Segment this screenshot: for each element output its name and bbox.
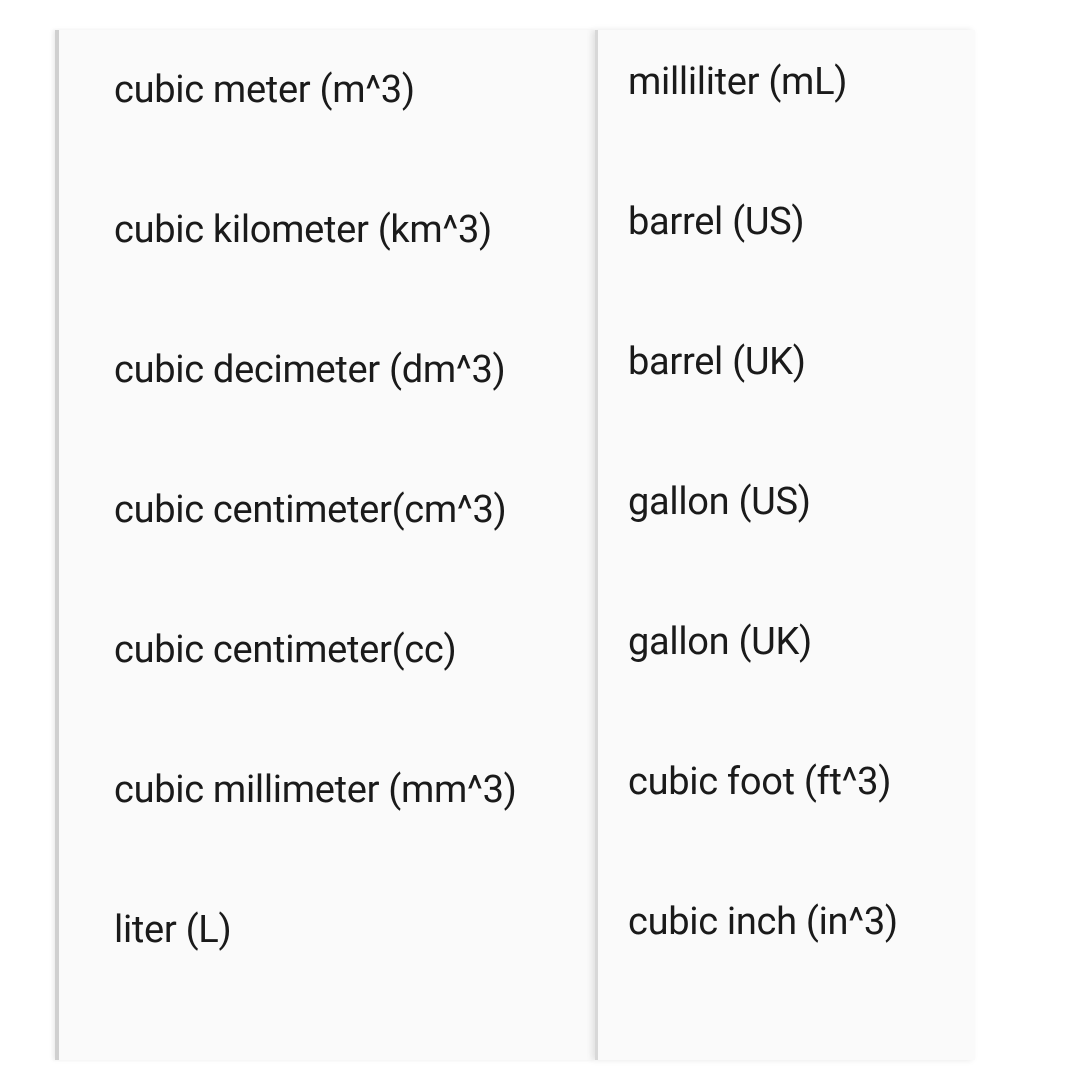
unit-option-gallon-uk[interactable]: gallon (UK) — [628, 620, 965, 760]
unit-option-cubic-centimeter-cc[interactable]: cubic centimeter(cc) — [114, 620, 585, 760]
unit-option-cubic-centimeter-cm3[interactable]: cubic centimeter(cm^3) — [114, 480, 585, 620]
unit-selection-panel: cubic meter (m^3) cubic kilometer (km^3)… — [55, 30, 975, 1060]
unit-option-gallon-us[interactable]: gallon (US) — [628, 480, 965, 620]
unit-option-cubic-meter[interactable]: cubic meter (m^3) — [114, 60, 585, 200]
unit-option-cubic-kilometer[interactable]: cubic kilometer (km^3) — [114, 200, 585, 340]
unit-option-cubic-millimeter[interactable]: cubic millimeter (mm^3) — [114, 760, 585, 900]
unit-option-barrel-uk[interactable]: barrel (UK) — [628, 340, 965, 480]
unit-option-milliliter[interactable]: milliliter (mL) — [628, 60, 965, 200]
unit-option-cubic-decimeter[interactable]: cubic decimeter (dm^3) — [114, 340, 585, 480]
unit-option-cubic-foot[interactable]: cubic foot (ft^3) — [628, 760, 965, 900]
right-unit-column: milliliter (mL) barrel (US) barrel (UK) … — [595, 30, 975, 1060]
unit-option-liter[interactable]: liter (L) — [114, 900, 585, 1040]
unit-option-barrel-us[interactable]: barrel (US) — [628, 200, 965, 340]
unit-option-cubic-inch[interactable]: cubic inch (in^3) — [628, 900, 965, 1040]
left-unit-column: cubic meter (m^3) cubic kilometer (km^3)… — [55, 30, 595, 1060]
